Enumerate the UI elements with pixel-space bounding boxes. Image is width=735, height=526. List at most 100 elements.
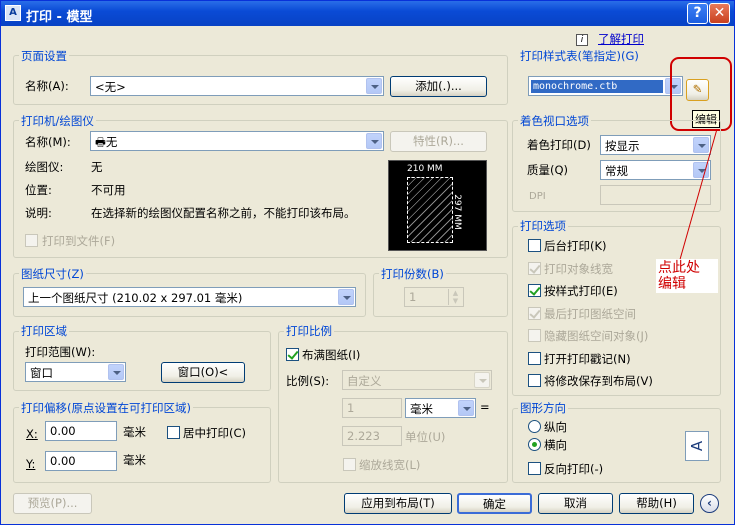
equals-sign: = <box>480 400 490 414</box>
scale-unit-value: 毫米 <box>410 402 433 416</box>
learn-printing-link[interactable]: 了解打印 <box>598 31 644 47</box>
style-table-value: monochrome.ctb <box>531 80 663 93</box>
print-dialog: A 打印 - 模型 ? ✕ i 了解打印 页面设置 名称(A): <无> 添加(… <box>0 0 735 525</box>
offset-x-input[interactable]: 0.00 <box>45 421 117 441</box>
orientation-letter: A <box>687 440 706 452</box>
plot-option-checkbox[interactable] <box>528 284 541 297</box>
location-value: 不可用 <box>91 183 126 197</box>
printer-name-label: 名称(M): <box>25 135 71 149</box>
plot-option-label: 打开打印戳记(N) <box>544 351 631 366</box>
chevron-down-icon <box>458 400 474 416</box>
style-table-select[interactable]: monochrome.ctb <box>528 76 683 96</box>
portrait-label: 纵向 <box>544 420 567 434</box>
print-to-file-checkbox[interactable] <box>25 234 38 247</box>
landscape-label: 横向 <box>544 438 567 452</box>
orientation-preview-icon: A <box>685 431 709 461</box>
landscape-radio[interactable] <box>528 438 541 451</box>
scale-value2-input[interactable]: 2.223 <box>342 426 402 446</box>
paper-size-value: 上一个图纸尺寸 (210.02 x 297.01 毫米) <box>28 291 243 305</box>
printer-select[interactable]: 🖶无 <box>90 131 384 151</box>
style-table-title: 打印样式表(笔指定)(G) <box>518 48 641 64</box>
plot-option-label: 后台打印(K) <box>544 239 607 253</box>
portrait-radio[interactable] <box>528 420 541 433</box>
fit-to-paper-label: 布满图纸(I) <box>302 348 361 362</box>
reverse-plot-checkbox[interactable] <box>528 462 541 475</box>
collapse-icon[interactable]: ‹ <box>700 494 719 513</box>
quality-label: 质量(Q) <box>527 163 569 177</box>
center-plot-checkbox[interactable] <box>167 426 180 439</box>
copies-spinner[interactable]: 1 ▲ ▼ <box>404 287 464 307</box>
plot-option-label: 最后打印图纸空间 <box>544 306 636 321</box>
paper-size-select[interactable]: 上一个图纸尺寸 (210.02 x 297.01 毫米) <box>23 287 356 307</box>
scale-value1-input[interactable]: 1 <box>342 398 402 418</box>
cancel-button[interactable]: 取消 <box>538 493 613 514</box>
plot-range-value: 窗口 <box>30 366 53 380</box>
info-icon: i <box>576 34 588 46</box>
printer-icon: 🖶 <box>95 135 106 149</box>
title-bar[interactable]: A 打印 - 模型 ? ✕ <box>1 1 734 26</box>
plot-option-checkbox[interactable] <box>528 329 541 342</box>
chevron-down-icon <box>474 372 490 388</box>
fit-to-paper-checkbox[interactable] <box>286 348 299 361</box>
window-button[interactable]: 窗口(O)< <box>161 362 245 383</box>
offset-x-unit: 毫米 <box>123 425 146 439</box>
scale-unit-select[interactable]: 毫米 <box>405 398 476 418</box>
help-button[interactable]: 帮助(H) <box>619 493 694 514</box>
plot-option-label: 打印对象线宽 <box>544 261 613 276</box>
properties-button[interactable]: 特性(R)... <box>390 131 487 152</box>
scale-value1: 1 <box>347 401 355 415</box>
chevron-down-icon <box>693 162 709 178</box>
shade-plot-select[interactable]: 按显示 <box>600 135 711 155</box>
window-title: 打印 - 模型 <box>26 10 93 25</box>
chevron-down-icon <box>693 137 709 153</box>
copies-value: 1 <box>409 290 417 304</box>
chevron-down-icon <box>366 133 382 149</box>
dpi-input[interactable] <box>600 185 711 205</box>
scale-value: 自定义 <box>347 374 382 388</box>
plot-offset-group <box>13 407 271 483</box>
help-title-button[interactable]: ? <box>687 3 708 24</box>
scale-select[interactable]: 自定义 <box>342 370 492 390</box>
plot-option-checkbox[interactable] <box>528 351 541 365</box>
plot-area-title: 打印区域 <box>19 323 69 339</box>
plotter-label: 绘图仪: <box>25 160 64 174</box>
paper-width-dim: 210 MM <box>407 164 443 174</box>
offset-y-label: Y: <box>26 457 36 471</box>
close-button[interactable]: ✕ <box>709 3 730 24</box>
edit-style-button[interactable]: ✎ <box>686 79 709 101</box>
scale-lineweights-checkbox[interactable] <box>343 458 356 471</box>
paper-sheet <box>407 177 453 243</box>
quality-value: 常规 <box>605 164 628 178</box>
paper-height-dim: 297 MM <box>451 194 462 230</box>
plot-option-checkbox[interactable] <box>528 306 541 320</box>
dpi-label: DPI <box>529 191 546 202</box>
chevron-down-icon <box>366 78 382 94</box>
quality-select[interactable]: 常规 <box>600 160 711 180</box>
plot-option-label: 将修改保存到布局(V) <box>544 374 653 388</box>
chevron-down-icon <box>108 364 124 380</box>
annotation-note: 点此处 编辑 <box>656 259 718 293</box>
plot-scale-title: 打印比例 <box>284 323 334 339</box>
offset-x-value: 0.00 <box>50 424 76 438</box>
reverse-plot-label: 反向打印(-) <box>544 462 604 476</box>
plot-option-checkbox[interactable] <box>528 261 541 275</box>
plot-option-checkbox[interactable] <box>528 374 541 387</box>
offset-y-input[interactable]: 0.00 <box>45 451 117 471</box>
plot-options-title: 打印选项 <box>518 218 568 234</box>
orientation-title: 图形方向 <box>518 400 568 416</box>
scale-value2: 2.223 <box>347 429 380 443</box>
print-to-file-label: 打印到文件(F) <box>42 234 116 248</box>
page-setup-title: 页面设置 <box>19 48 69 64</box>
add-button[interactable]: 添加(.)... <box>390 76 487 97</box>
apply-to-layout-button[interactable]: 应用到布局(T) <box>344 493 452 514</box>
plot-range-label: 打印范围(W): <box>25 345 96 359</box>
scale-lineweights-label: 缩放线宽(L) <box>359 458 421 472</box>
ok-button[interactable]: 确定 <box>457 493 532 514</box>
plot-range-select[interactable]: 窗口 <box>25 362 126 382</box>
page-setup-select[interactable]: <无> <box>90 76 384 96</box>
plot-option-checkbox[interactable] <box>528 239 541 252</box>
preview-button[interactable]: 预览(P)... <box>13 493 92 514</box>
offset-y-unit: 毫米 <box>123 453 146 467</box>
plot-option-label: 按样式打印(E) <box>544 284 618 298</box>
description-value: 在选择新的绘图仪配置名称之前，不能打印该布局。 <box>91 206 356 220</box>
